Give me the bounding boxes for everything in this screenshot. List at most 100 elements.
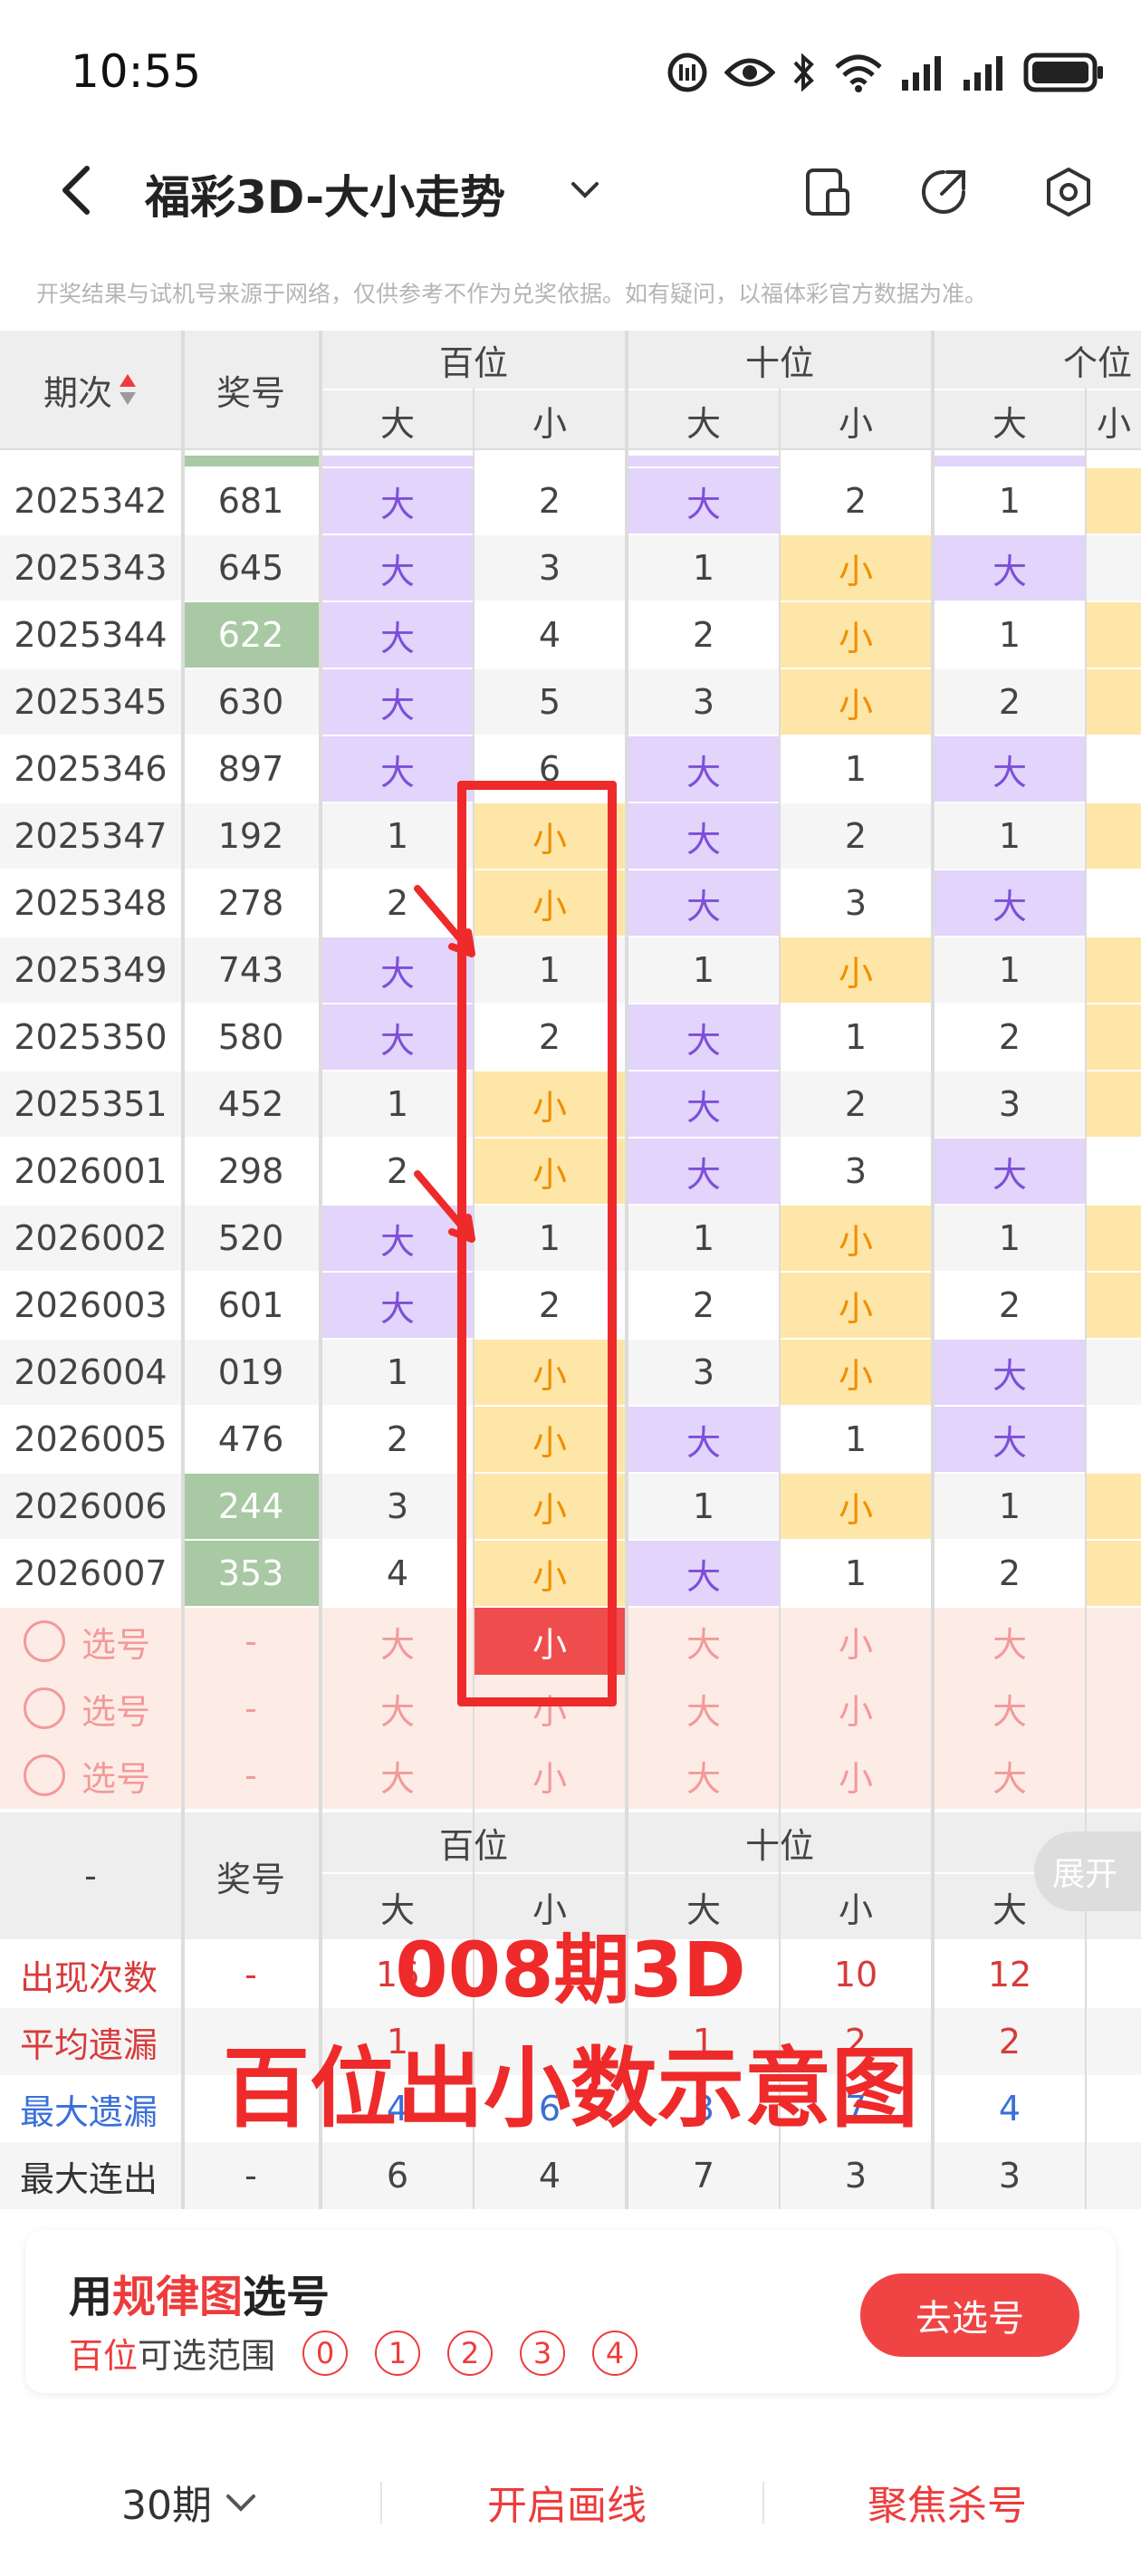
- bottom-bar: 30期 开启画线 聚焦杀号: [0, 2437, 1141, 2576]
- ones-small-cell: [1087, 1407, 1141, 1472]
- settings-icon[interactable]: [1041, 165, 1096, 219]
- period-selector[interactable]: 30期: [121, 2473, 259, 2531]
- hundreds-small-cell: 1: [475, 937, 625, 1003]
- expand-button[interactable]: 展开: [1034, 1831, 1141, 1911]
- tens-small-cell: 2: [781, 803, 931, 869]
- back-arrow-icon[interactable]: [54, 163, 100, 217]
- ones-small-cell: [1087, 1206, 1141, 1271]
- ones-big-cell: 3: [935, 1072, 1085, 1137]
- select-row-label[interactable]: 选号: [0, 1675, 181, 1742]
- number-cell-partial: [183, 456, 319, 466]
- tens-big-cell: 2: [628, 602, 779, 668]
- hundreds-small-cell: 小: [475, 1407, 625, 1472]
- hundreds-big-cell: 2: [322, 1407, 473, 1472]
- grid-line: [931, 331, 935, 2209]
- stat-label: 最大遗漏: [0, 2075, 181, 2142]
- tens-small-cell: 3: [781, 870, 931, 936]
- hundreds-small-cell: 小: [475, 870, 625, 936]
- sort-icon[interactable]: [118, 371, 138, 408]
- select-option-cell[interactable]: 大: [322, 1608, 473, 1675]
- period-cell: 2025347: [0, 803, 181, 869]
- hundreds-small-cell: 2: [475, 1004, 625, 1070]
- ones-small-cell: [1087, 736, 1141, 802]
- ones-small-cell: [1087, 1474, 1141, 1539]
- select-option-cell[interactable]: 小: [781, 1608, 931, 1675]
- number-cell: 897: [183, 736, 319, 802]
- number-cell: 645: [183, 535, 319, 601]
- tens-small-cell: 1: [781, 1004, 931, 1070]
- period-cell: 2026003: [0, 1273, 181, 1338]
- radio-circle-icon[interactable]: [24, 1620, 65, 1662]
- number-cell: 520: [183, 1206, 319, 1271]
- tens-small-cell: 2: [781, 468, 931, 533]
- select-number: -: [183, 1675, 319, 1742]
- select-option-cell[interactable]: 大: [628, 1608, 779, 1675]
- ones-small-cell: [1087, 1340, 1141, 1405]
- tens-big-cell: 大: [628, 1541, 779, 1606]
- select-option-cell[interactable]: 大: [935, 1675, 1085, 1742]
- hundreds-big-cell: 1: [322, 803, 473, 869]
- stat-label: 最大连出: [0, 2142, 181, 2209]
- period-cell: 2026001: [0, 1139, 181, 1204]
- page-title[interactable]: 福彩3D-大小走势: [145, 161, 505, 226]
- ones-small-cell: [1087, 669, 1141, 735]
- hundreds-small-cell: 小: [475, 1139, 625, 1204]
- number-cell: 244: [183, 1474, 319, 1539]
- tens-big-cell: 2: [628, 1273, 779, 1338]
- chevron-down-icon: [226, 2494, 255, 2512]
- go-select-button[interactable]: 去选号: [860, 2273, 1079, 2357]
- select-option-cell[interactable]: 大: [628, 1675, 779, 1742]
- select-option-cell[interactable]: 大: [935, 1742, 1085, 1809]
- divider: [762, 2482, 764, 2523]
- bluetooth-icon: [793, 53, 814, 92]
- ones-big-cell: 2: [935, 1273, 1085, 1338]
- ones-big-cell: 1: [935, 1474, 1085, 1539]
- select-row-label[interactable]: 选号: [0, 1742, 181, 1809]
- number-cell: 278: [183, 870, 319, 936]
- select-option-cell[interactable]: 小: [781, 1675, 931, 1742]
- select-option-cell[interactable]: 大: [935, 1608, 1085, 1675]
- wifi-icon: [835, 54, 882, 92]
- number-cell: 580: [183, 1004, 319, 1070]
- ones-small-cell: [1087, 870, 1141, 936]
- col-header-number: 奖号: [183, 331, 319, 448]
- ones-big-cell: 1: [935, 468, 1085, 533]
- ones-big-cell: 2: [935, 1004, 1085, 1070]
- select-option-cell[interactable]: 大: [628, 1742, 779, 1809]
- tens-small-cell: 小: [781, 1474, 931, 1539]
- tens-small-cell: 2: [781, 1072, 931, 1137]
- chevron-down-icon[interactable]: [569, 176, 601, 203]
- select-option-cell[interactable]: 小: [475, 1675, 625, 1742]
- battery-icon: [1023, 53, 1103, 92]
- select-option-cell[interactable]: 小: [781, 1742, 931, 1809]
- radio-circle-icon[interactable]: [24, 1687, 65, 1729]
- ones-small-cell: [1087, 468, 1141, 533]
- col-header-period[interactable]: 期次: [0, 331, 181, 448]
- ones-big-cell: 大: [935, 870, 1085, 936]
- hundreds-big-cell: 大: [322, 1273, 473, 1338]
- card-title: 用规律图选号: [69, 2272, 331, 2322]
- hundreds-big-cell: 大: [322, 602, 473, 668]
- draw-lines-button[interactable]: 开启画线: [487, 2473, 647, 2531]
- period-cell: 2025351: [0, 1072, 181, 1137]
- tens-big-cell: 1: [628, 937, 779, 1003]
- radio-circle-icon[interactable]: [24, 1754, 65, 1796]
- hundreds-small-cell: 3: [475, 535, 625, 601]
- share-icon[interactable]: [916, 165, 971, 219]
- sub-header-small: 小: [781, 390, 931, 450]
- stat-number: -: [183, 2142, 319, 2209]
- ones-small-cell: [1087, 1004, 1141, 1070]
- phone-icon[interactable]: [801, 165, 855, 219]
- hundreds-big-cell: 大: [322, 468, 473, 533]
- number-cell: 630: [183, 669, 319, 735]
- disclaimer-notice: 开奖结果与试机号来源于网络，仅供参考不作为兑奖依据。如有疑问，以福体彩官方数据为…: [36, 281, 988, 307]
- select-option-cell[interactable]: 大: [322, 1675, 473, 1742]
- period-cell: 2025348: [0, 870, 181, 936]
- select-row-label[interactable]: 选号: [0, 1608, 181, 1675]
- status-time: 10:55: [71, 45, 202, 98]
- select-option-cell[interactable]: 小: [475, 1608, 625, 1675]
- select-option-cell[interactable]: 大: [322, 1742, 473, 1809]
- select-option-cell[interactable]: 小: [475, 1742, 625, 1809]
- number-cell: 681: [183, 468, 319, 533]
- focus-kill-button[interactable]: 聚焦杀号: [868, 2473, 1027, 2531]
